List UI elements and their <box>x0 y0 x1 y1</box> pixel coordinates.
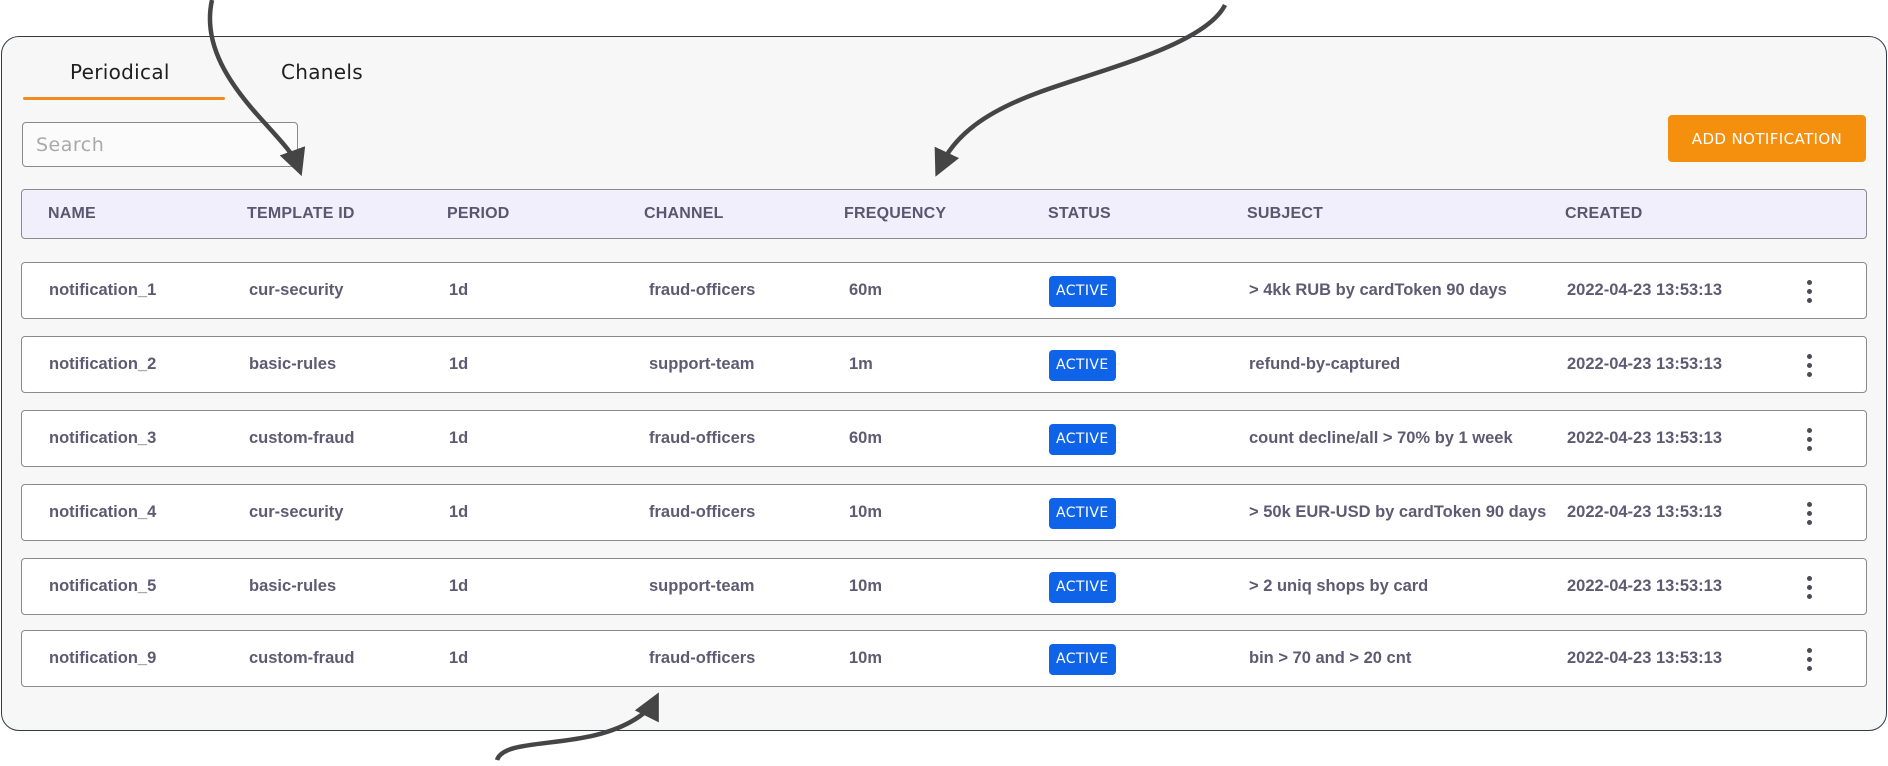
cell-template-id: cur-security <box>249 281 344 299</box>
tab-chanels[interactable]: Chanels <box>281 60 363 84</box>
cell-channel: support-team <box>649 355 755 373</box>
cell-created: 2022-04-23 13:53:13 <box>1567 355 1723 373</box>
more-vertical-icon[interactable] <box>1802 576 1816 600</box>
cell-name: notification_3 <box>49 429 157 447</box>
cell-name: notification_5 <box>49 577 157 595</box>
status-badge: ACTIVE <box>1049 350 1116 381</box>
cell-frequency: 10m <box>849 577 883 595</box>
more-vertical-icon[interactable] <box>1802 648 1816 672</box>
cell-subject: count decline/all > 70% by 1 week <box>1249 429 1513 447</box>
cell-template-id: basic-rules <box>249 577 337 595</box>
cell-name: notification_9 <box>49 649 157 667</box>
column-header-created[interactable]: CREATED <box>1565 205 1643 223</box>
table-row[interactable]: notification_5 basic-rules 1d support-te… <box>21 558 1867 615</box>
more-vertical-icon[interactable] <box>1802 428 1816 452</box>
cell-channel: fraud-officers <box>649 649 756 667</box>
column-header-name[interactable]: NAME <box>48 205 96 223</box>
cell-subject: bin > 70 and > 20 cnt <box>1249 649 1412 667</box>
table-row[interactable]: notification_4 cur-security 1d fraud-off… <box>21 484 1867 541</box>
table-row[interactable]: notification_3 custom-fraud 1d fraud-off… <box>21 410 1867 467</box>
status-badge: ACTIVE <box>1049 644 1116 675</box>
cell-created: 2022-04-23 13:53:13 <box>1567 429 1723 447</box>
table-row[interactable]: notification_2 basic-rules 1d support-te… <box>21 336 1867 393</box>
more-vertical-icon[interactable] <box>1802 354 1816 378</box>
cell-template-id: basic-rules <box>249 355 337 373</box>
cell-name: notification_2 <box>49 355 157 373</box>
more-vertical-icon[interactable] <box>1802 280 1816 304</box>
cell-period: 1d <box>449 429 469 447</box>
cell-name: notification_4 <box>49 503 157 521</box>
table-row[interactable]: notification_9 custom-fraud 1d fraud-off… <box>21 630 1867 687</box>
tab-periodical[interactable]: Periodical <box>70 60 170 84</box>
cell-template-id: custom-fraud <box>249 429 355 447</box>
table-header: NAME TEMPLATE ID PERIOD CHANNEL FREQUENC… <box>21 189 1867 239</box>
cell-created: 2022-04-23 13:53:13 <box>1567 649 1723 667</box>
cell-name: notification_1 <box>49 281 157 299</box>
column-header-period[interactable]: PERIOD <box>447 205 510 223</box>
column-header-subject[interactable]: SUBJECT <box>1247 205 1323 223</box>
cell-subject: > 50k EUR-USD by cardToken 90 days <box>1249 503 1547 521</box>
cell-period: 1d <box>449 503 469 521</box>
status-badge: ACTIVE <box>1049 572 1116 603</box>
cell-frequency: 10m <box>849 649 883 667</box>
cell-frequency: 60m <box>849 429 883 447</box>
status-badge: ACTIVE <box>1049 424 1116 455</box>
add-notification-button[interactable]: ADD NOTIFICATION <box>1668 115 1866 162</box>
cell-frequency: 60m <box>849 281 883 299</box>
column-header-frequency[interactable]: FREQUENCY <box>844 205 946 223</box>
cell-period: 1d <box>449 577 469 595</box>
cell-period: 1d <box>449 649 469 667</box>
cell-channel: fraud-officers <box>649 429 756 447</box>
column-header-status[interactable]: STATUS <box>1048 205 1111 223</box>
table-row[interactable]: notification_1 cur-security 1d fraud-off… <box>21 262 1867 319</box>
column-header-channel[interactable]: CHANNEL <box>644 205 724 223</box>
cell-period: 1d <box>449 281 469 299</box>
cell-created: 2022-04-23 13:53:13 <box>1567 577 1723 595</box>
cell-subject: > 2 uniq shops by card <box>1249 577 1429 595</box>
cell-subject: refund-by-captured <box>1249 355 1401 373</box>
status-badge: ACTIVE <box>1049 276 1116 307</box>
cell-channel: fraud-officers <box>649 503 756 521</box>
cell-created: 2022-04-23 13:53:13 <box>1567 503 1723 521</box>
cell-period: 1d <box>449 355 469 373</box>
cell-frequency: 10m <box>849 503 883 521</box>
cell-template-id: cur-security <box>249 503 344 521</box>
more-vertical-icon[interactable] <box>1802 502 1816 526</box>
active-tab-indicator <box>23 97 225 100</box>
cell-channel: support-team <box>649 577 755 595</box>
status-badge: ACTIVE <box>1049 498 1116 529</box>
cell-frequency: 1m <box>849 355 873 373</box>
search-input[interactable] <box>22 122 298 167</box>
cell-created: 2022-04-23 13:53:13 <box>1567 281 1723 299</box>
column-header-template-id[interactable]: TEMPLATE ID <box>247 205 355 223</box>
cell-subject: > 4kk RUB by cardToken 90 days <box>1249 281 1507 299</box>
cell-template-id: custom-fraud <box>249 649 355 667</box>
cell-channel: fraud-officers <box>649 281 756 299</box>
